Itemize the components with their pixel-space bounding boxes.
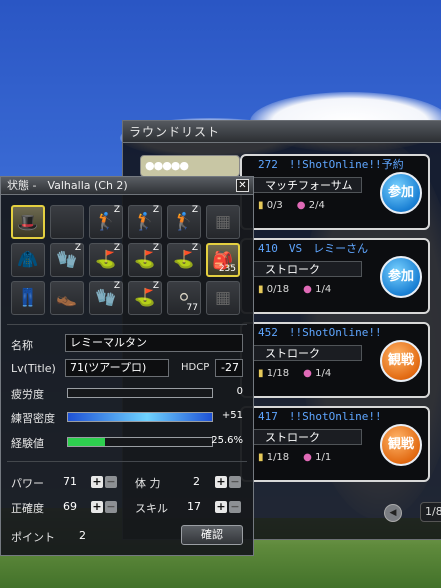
status-window: 状態 - Valhalla (Ch 2) ✕ 🎩 🏌 Z 🏌 Z 🏌 Z ▦ 🧥 🧤 Z ⛳ Z ⛳ Z ⛳ Z…: [0, 176, 254, 556]
fatigue-bar: [67, 388, 213, 398]
round-list-title: ラウンドリスト: [123, 121, 441, 143]
stat-value-accuracy: 69: [63, 500, 77, 513]
stat-value-stamina: 2: [193, 475, 200, 488]
locked-slot-icon[interactable]: ▦: [206, 205, 240, 239]
ball-indicator: ●●●●●: [140, 155, 240, 177]
glove-icon[interactable]: 🧤 Z: [50, 243, 84, 277]
wedge-icon[interactable]: ⛳ Z: [89, 243, 123, 277]
watch-button[interactable]: 観戦: [380, 340, 422, 382]
wood-icon[interactable]: 🏌 Z: [128, 205, 162, 239]
room-mode: ストローク: [252, 429, 362, 445]
join-button[interactable]: 参加: [380, 256, 422, 298]
practice-value: +51: [221, 410, 243, 421]
room-mode: ストローク: [252, 345, 362, 361]
confirm-button[interactable]: 確認: [181, 525, 243, 545]
jacket-icon[interactable]: 🧥: [11, 243, 45, 277]
divider: [7, 324, 247, 325]
join-button[interactable]: 参加: [380, 172, 422, 214]
name-label: 名称: [11, 339, 33, 352]
power-minus-button[interactable]: −: [105, 476, 117, 488]
accuracy-plus-button[interactable]: +: [91, 501, 103, 513]
stat-label-power: パワー: [11, 477, 44, 490]
zzz-badge: Z: [152, 205, 159, 215]
exp-label: 経験値: [11, 437, 44, 450]
stamina-plus-button[interactable]: +: [215, 476, 227, 488]
iron-icon[interactable]: 🏌 Z: [167, 205, 201, 239]
close-icon[interactable]: ✕: [236, 179, 249, 192]
cap-icon[interactable]: 🎩: [11, 205, 45, 239]
power-plus-button[interactable]: +: [91, 476, 103, 488]
zzz-badge: Z: [152, 281, 159, 291]
practice-fill: [68, 413, 212, 421]
zzz-badge: Z: [113, 281, 120, 291]
room-card[interactable]: 410 VS レミーさん ストローク ▮ 0/18 ● 1/4 参加: [240, 238, 430, 314]
status-title: 状態 - Valhalla (Ch 2): [1, 177, 253, 195]
empty-slot-icon[interactable]: [50, 205, 84, 239]
page-indicator: 1/8: [420, 502, 441, 522]
fatigue-label: 疲労度: [11, 388, 44, 401]
exp-bar: [67, 437, 213, 447]
exp-value: 25.6%: [211, 435, 243, 446]
level-field: 71(ツアープロ): [65, 359, 169, 377]
accuracy-minus-button[interactable]: −: [105, 501, 117, 513]
prev-page-icon[interactable]: ◀: [384, 504, 402, 522]
room-card[interactable]: 452 !!ShotOnline!! ストローク ▮ 1/18 ● 1/4 観戦: [240, 322, 430, 398]
fatigue-value: 0: [236, 386, 243, 397]
tee-bag-icon[interactable]: 🎒 235: [206, 243, 240, 277]
zzz-badge: Z: [191, 243, 198, 253]
room-card[interactable]: 417 !!ShotOnline!! ストローク ▮ 1/18 ● 1/1 観戦: [240, 406, 430, 482]
skill-minus-button[interactable]: −: [229, 501, 241, 513]
divider: [7, 461, 247, 462]
putter-glove-icon[interactable]: 🧤 Z: [89, 281, 123, 315]
practice-bar: [67, 412, 213, 422]
room-stats: ▮ 1/18 ● 1/4: [258, 368, 332, 379]
pants-icon[interactable]: 👖: [11, 281, 45, 315]
room-stats: ▮ 1/18 ● 1/1: [258, 452, 332, 463]
zzz-badge: Z: [113, 243, 120, 253]
room-card[interactable]: 272 !!ShotOnline!!予約 マッチフォーサム ▮ 0/3 ● 2/4…: [240, 154, 430, 230]
zzz-badge: Z: [74, 243, 81, 253]
ball-icon[interactable]: ⚪ 77: [167, 281, 201, 315]
points-label: ポイント: [11, 531, 55, 544]
item-count: 235: [218, 264, 236, 274]
stat-value-skill: 17: [187, 500, 201, 513]
zzz-badge: Z: [113, 205, 120, 215]
name-field: レミーマルタン: [65, 334, 243, 352]
wedge3-icon[interactable]: ⛳ Z: [167, 243, 201, 277]
putter-icon[interactable]: ⛳ Z: [128, 281, 162, 315]
item-count: 77: [186, 303, 198, 313]
room-mode: マッチフォーサム: [252, 177, 362, 193]
stat-value-power: 71: [63, 475, 77, 488]
zzz-badge: Z: [152, 243, 159, 253]
points-value: 2: [79, 529, 86, 542]
shoes-icon[interactable]: 👞: [50, 281, 84, 315]
exp-fill: [68, 438, 105, 446]
stat-label-accuracy: 正確度: [11, 502, 44, 515]
practice-label: 練習密度: [11, 412, 55, 425]
driver-icon[interactable]: 🏌 Z: [89, 205, 123, 239]
watch-button[interactable]: 観戦: [380, 424, 422, 466]
room-mode: ストローク: [252, 261, 362, 277]
zzz-badge: Z: [191, 205, 198, 215]
level-label: Lv(Title): [11, 362, 56, 375]
stat-label-stamina: 体 力: [135, 477, 161, 490]
hdcp-label: HDCP: [181, 362, 210, 373]
wedge2-icon[interactable]: ⛳ Z: [128, 243, 162, 277]
room-stats: ▮ 0/18 ● 1/4: [258, 284, 332, 295]
stat-label-skill: スキル: [135, 502, 168, 515]
locked-slot2-icon[interactable]: ▦: [206, 281, 240, 315]
skill-plus-button[interactable]: +: [215, 501, 227, 513]
stamina-minus-button[interactable]: −: [229, 476, 241, 488]
hdcp-field: -27: [215, 359, 243, 377]
room-stats: ▮ 0/3 ● 2/4: [258, 200, 325, 211]
